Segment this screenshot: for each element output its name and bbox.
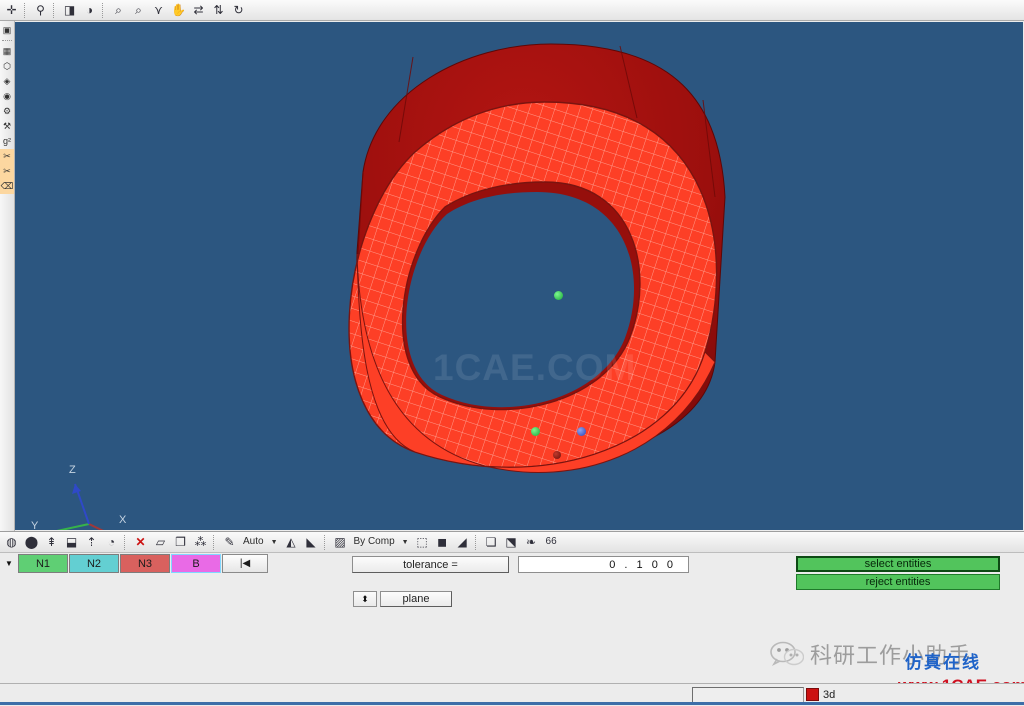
color-mode-icon[interactable]: ✎: [220, 533, 239, 552]
glasses-icon[interactable]: 66: [542, 533, 561, 552]
spin-icon[interactable]: ↻: [229, 1, 248, 20]
collector-n1[interactable]: N1: [18, 554, 68, 573]
display-vectors-icon[interactable]: ⇡: [82, 533, 101, 552]
materials-icon[interactable]: ◈: [0, 74, 14, 89]
axis-y-label: Y: [31, 520, 39, 530]
paint-icon[interactable]: ◣: [302, 533, 321, 552]
collector-n2[interactable]: N2: [69, 554, 119, 573]
mode-label: 3d: [823, 688, 836, 701]
collector-rewind-button[interactable]: |◀: [222, 554, 268, 573]
axis-y-line: [56, 523, 90, 530]
cae-blue-watermark: 仿真在线: [905, 653, 981, 673]
toolbar-separator: [213, 534, 217, 550]
node-marker-green-lower[interactable]: [531, 427, 540, 436]
properties-icon[interactable]: ◉: [0, 89, 14, 104]
solver-icon[interactable]: ⚙: [0, 104, 14, 119]
shrink-elements-icon[interactable]: ▱: [151, 533, 170, 552]
find-icon[interactable]: ◑: [80, 1, 99, 20]
visualization-mode-icon[interactable]: ◭: [282, 533, 301, 552]
axis-triad: X Y Z: [27, 462, 137, 530]
by-comp-dropdown-caret[interactable]: ▼: [399, 539, 412, 546]
display-systems-icon[interactable]: ⬓: [62, 533, 81, 552]
collector-n3[interactable]: N3: [120, 554, 170, 573]
pan-icon[interactable]: ✋: [169, 1, 188, 20]
tool-icon[interactable]: ⚒: [0, 119, 14, 134]
mesh-lines-icon[interactable]: ❐: [171, 533, 190, 552]
by-comp-icon[interactable]: ▨: [331, 533, 350, 552]
wireframe-icon[interactable]: ⬚: [413, 533, 432, 552]
axis-x-line: [88, 523, 104, 530]
mode-color-swatch: [806, 688, 819, 701]
3d-viewport[interactable]: 1CAE.COM X Y Z: [15, 22, 1023, 530]
display-loads-icon[interactable]: ⇞: [42, 533, 61, 552]
select-entities-button[interactable]: select entities: [796, 556, 1000, 572]
fit-view-icon[interactable]: ⋎: [149, 1, 168, 20]
tolerance-label-button[interactable]: tolerance =: [352, 556, 509, 573]
toolbar-separator: [474, 534, 479, 550]
checks-icon[interactable]: ✂: [0, 149, 14, 164]
by-comp-label: By Comp: [353, 536, 395, 547]
feature-lines-icon[interactable]: ◢: [453, 533, 472, 552]
toolbar-separator: [53, 2, 57, 18]
post-icon[interactable]: g²: [0, 134, 14, 149]
status-mode[interactable]: 3d: [806, 687, 835, 702]
display-elements-icon[interactable]: ⬤: [22, 533, 41, 552]
composite-icon[interactable]: ⁂: [191, 533, 210, 552]
plane-stepper[interactable]: ⬍: [353, 591, 377, 607]
tolerance-value-field[interactable]: 0 . 1 0 0: [518, 556, 689, 573]
auto-dropdown-caret[interactable]: ▼: [268, 539, 281, 546]
traction-icon[interactable]: ❧: [522, 533, 541, 552]
axis-x-label: X: [119, 514, 127, 526]
zoom-window-icon[interactable]: ⌕: [129, 1, 148, 20]
perspective-icon[interactable]: ⬔: [502, 533, 521, 552]
collector-dropdown-caret[interactable]: ▼: [0, 559, 18, 568]
collector-b[interactable]: B: [171, 554, 221, 573]
node-edit-icon[interactable]: ⚲: [31, 1, 50, 20]
connector-icon[interactable]: ⬡: [0, 59, 14, 74]
panel-toolbar: ◍ ⬤ ⇞ ⬓ ⇡ ◔ ✕ ▱ ❐ ⁂ ✎ Auto ▼ ◭ ◣ ▨ By Co…: [0, 532, 1024, 553]
wechat-icon: [770, 641, 804, 666]
node-marker-darkred-lower[interactable]: [553, 451, 561, 459]
zoom-icon[interactable]: ⌕: [109, 1, 128, 20]
application-window: ✛ ⚲ ◨ ◑ ⌕ ⌕ ⋎ ✋ ⇄ ⇅ ↻ ▣ ▦ ⬡ ◈ ◉ ⚙ ⚒ g² ✂…: [0, 0, 1024, 706]
reject-entities-button[interactable]: reject entities: [796, 574, 1000, 590]
axis-z-label: Z: [69, 464, 76, 476]
model-render: [348, 43, 726, 473]
global-axis-icon[interactable]: ✛: [2, 1, 21, 20]
mask-icon[interactable]: ◨: [60, 1, 79, 20]
rotate-icon[interactable]: ⇄: [189, 1, 208, 20]
shaded-icon[interactable]: ◼: [433, 533, 452, 552]
auto-label: Auto: [243, 536, 264, 547]
left-toolbar: ▣ ▦ ⬡ ◈ ◉ ⚙ ⚒ g² ✂ ✂ ⌫: [0, 21, 15, 532]
edit-element-icon[interactable]: ✂: [0, 164, 14, 179]
node-marker-blue-lower[interactable]: [577, 427, 586, 436]
toolbar-separator: [323, 534, 328, 550]
display-geometry-icon[interactable]: ◍: [2, 533, 21, 552]
plane-button[interactable]: plane: [380, 591, 452, 607]
top-toolbar: ✛ ⚲ ◨ ◑ ⌕ ⌕ ⋎ ✋ ⇄ ⇅ ↻: [0, 0, 1024, 21]
toolbar-separator: [124, 534, 128, 550]
geometry-icon[interactable]: ▣: [0, 23, 14, 38]
toolbar-separator: [102, 2, 106, 18]
toolbar-separator: [24, 2, 28, 18]
node-marker-green-center[interactable]: [554, 291, 563, 300]
mesh-icon[interactable]: ▦: [0, 44, 14, 59]
delete-icon[interactable]: ⌫: [0, 179, 14, 194]
toolbar-separator: [2, 40, 12, 42]
arrow-updown-icon[interactable]: ⇅: [209, 1, 228, 20]
transparency-icon[interactable]: ❏: [482, 533, 501, 552]
delete-display-icon[interactable]: ✕: [131, 533, 150, 552]
display-contacts-icon[interactable]: ◔: [102, 533, 121, 552]
